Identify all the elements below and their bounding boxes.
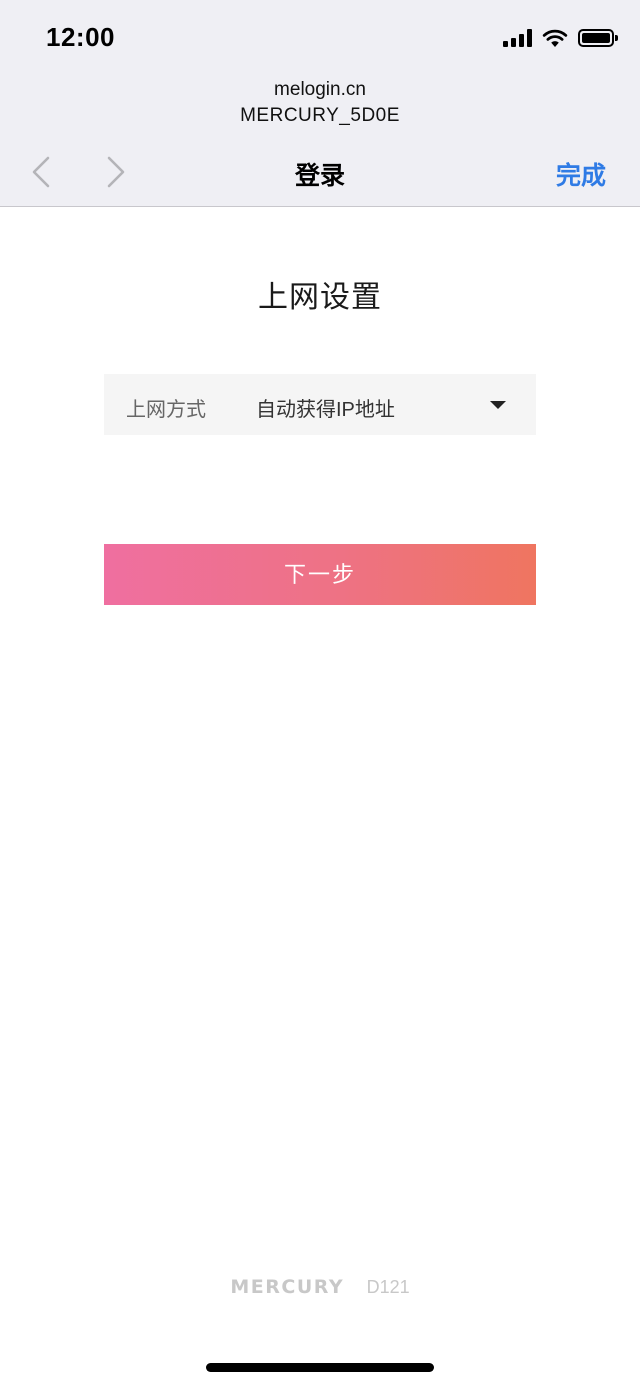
done-button[interactable]: 完成 bbox=[556, 156, 606, 192]
caret-down-icon bbox=[490, 401, 506, 409]
battery-icon bbox=[578, 29, 618, 47]
status-bar: 12:00 bbox=[0, 0, 640, 76]
footer: MERCURY D121 bbox=[0, 1276, 640, 1304]
connection-type-select[interactable]: 自动获得IP地址 bbox=[244, 374, 536, 435]
wifi-icon bbox=[542, 29, 568, 47]
page-title: 上网设置 bbox=[258, 281, 382, 314]
status-time: 12:00 bbox=[46, 22, 115, 52]
connection-type-value: 自动获得IP地址 bbox=[256, 399, 395, 421]
url-host: melogin.cn bbox=[274, 79, 366, 100]
brand-logo: MERCURY bbox=[230, 1276, 345, 1298]
network-ssid: MERCURY_5D0E bbox=[240, 105, 400, 126]
browser-nav-bar: melogin.cn MERCURY_5D0E 登录 完成 bbox=[0, 76, 640, 207]
signal-icon bbox=[503, 29, 532, 47]
next-button[interactable]: 下一步 bbox=[104, 544, 536, 605]
status-icons bbox=[503, 26, 618, 50]
nav-title: 登录 bbox=[294, 162, 345, 190]
connection-type-row: 上网方式 自动获得IP地址 bbox=[104, 374, 536, 435]
home-indicator[interactable] bbox=[206, 1363, 434, 1372]
connection-type-label: 上网方式 bbox=[126, 399, 206, 421]
model-number: D121 bbox=[366, 1276, 410, 1297]
screen: 12:00 melogin.cn MERCURY_5D0E 登录 完成 上网设置 bbox=[0, 0, 640, 1385]
